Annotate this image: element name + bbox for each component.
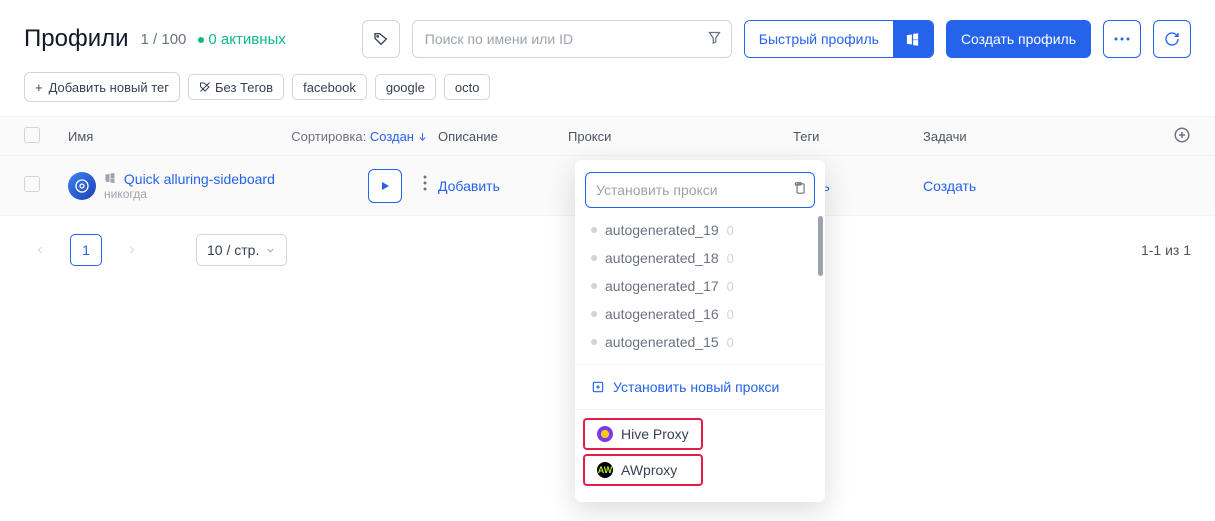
- filter-icon[interactable]: [707, 30, 722, 48]
- browser-icon: [68, 172, 96, 200]
- tag-chip[interactable]: octo: [444, 74, 491, 100]
- pager-summary: 1-1 из 1: [1141, 242, 1191, 258]
- active-count: 0 активных: [198, 31, 285, 48]
- quick-profile-os-button[interactable]: [893, 21, 933, 57]
- proxy-search-input[interactable]: [585, 172, 815, 208]
- create-task-link[interactable]: Создать: [923, 178, 976, 194]
- col-name: Имя: [68, 129, 93, 144]
- proxy-dropdown: autogenerated_190 autogenerated_180 auto…: [575, 160, 825, 502]
- play-icon: [379, 180, 391, 192]
- tag-filter-icon-button[interactable]: [362, 20, 400, 58]
- paste-icon[interactable]: [793, 182, 807, 199]
- create-profile-button[interactable]: Создать профиль: [946, 20, 1091, 58]
- profile-subtext: никогда: [104, 187, 275, 201]
- sort-label: Сортировка:: [291, 129, 366, 144]
- search-input[interactable]: [412, 20, 732, 58]
- page-number[interactable]: 1: [70, 234, 102, 266]
- tag-chip[interactable]: facebook: [292, 74, 367, 100]
- aw-icon: AW: [597, 462, 613, 478]
- per-page-select[interactable]: 10 / стр.: [196, 234, 287, 266]
- dots-vertical-icon: [423, 175, 427, 191]
- add-description-link[interactable]: Добавить: [438, 178, 500, 194]
- tag-icon: [373, 31, 389, 47]
- tag-chip[interactable]: google: [375, 74, 436, 100]
- scrollbar[interactable]: [818, 216, 823, 276]
- proxy-item[interactable]: autogenerated_170: [575, 272, 825, 300]
- refresh-button[interactable]: [1153, 20, 1191, 58]
- windows-icon: [104, 171, 120, 187]
- select-all-checkbox[interactable]: [24, 127, 40, 143]
- hive-icon: [597, 426, 613, 442]
- next-page-button[interactable]: [116, 234, 148, 266]
- chevron-left-icon: [34, 244, 46, 256]
- quick-profile-button[interactable]: Быстрый профиль: [745, 21, 893, 57]
- play-button[interactable]: [368, 169, 402, 203]
- page-title: Профили: [24, 25, 129, 53]
- proxy-item[interactable]: autogenerated_160: [575, 300, 825, 328]
- new-proxy-action[interactable]: Установить новый прокси: [575, 373, 825, 401]
- col-tasks: Задачи: [923, 129, 1161, 144]
- add-tag-button[interactable]: + Добавить новый тег: [24, 72, 180, 102]
- profile-name-link[interactable]: Quick alluring-sideboard: [124, 171, 275, 187]
- chevron-down-icon: [265, 245, 276, 256]
- row-checkbox[interactable]: [24, 176, 40, 192]
- col-description: Описание: [438, 129, 568, 144]
- plus-icon: +: [35, 80, 43, 95]
- refresh-icon: [1164, 31, 1180, 47]
- windows-icon: [905, 32, 920, 47]
- quick-profile-segment: Быстрый профиль: [744, 20, 934, 58]
- row-more-button[interactable]: [412, 169, 438, 203]
- proxy-provider-aw[interactable]: AW AWproxy: [583, 454, 703, 486]
- proxy-item[interactable]: autogenerated_150: [575, 328, 825, 356]
- plus-circle-icon: [1173, 126, 1191, 144]
- sort-value[interactable]: Создан: [370, 129, 428, 144]
- no-tag-icon: [199, 81, 211, 93]
- prev-page-button[interactable]: [24, 234, 56, 266]
- add-column-button[interactable]: [1173, 126, 1191, 147]
- profiles-count: 1 / 100: [141, 31, 187, 48]
- proxy-provider-hive[interactable]: Hive Proxy: [583, 418, 703, 450]
- col-tags: Теги: [793, 129, 923, 144]
- tag-chip-no-tags[interactable]: Без Тегов: [188, 74, 284, 100]
- chevron-right-icon: [126, 244, 138, 256]
- proxy-item[interactable]: autogenerated_190: [575, 216, 825, 244]
- proxy-item[interactable]: autogenerated_180: [575, 244, 825, 272]
- plus-square-icon: [591, 380, 605, 394]
- col-proxy: Прокси: [568, 129, 793, 144]
- dots-icon: [1114, 37, 1130, 41]
- arrow-down-icon: [417, 131, 428, 142]
- more-options-button[interactable]: [1103, 20, 1141, 58]
